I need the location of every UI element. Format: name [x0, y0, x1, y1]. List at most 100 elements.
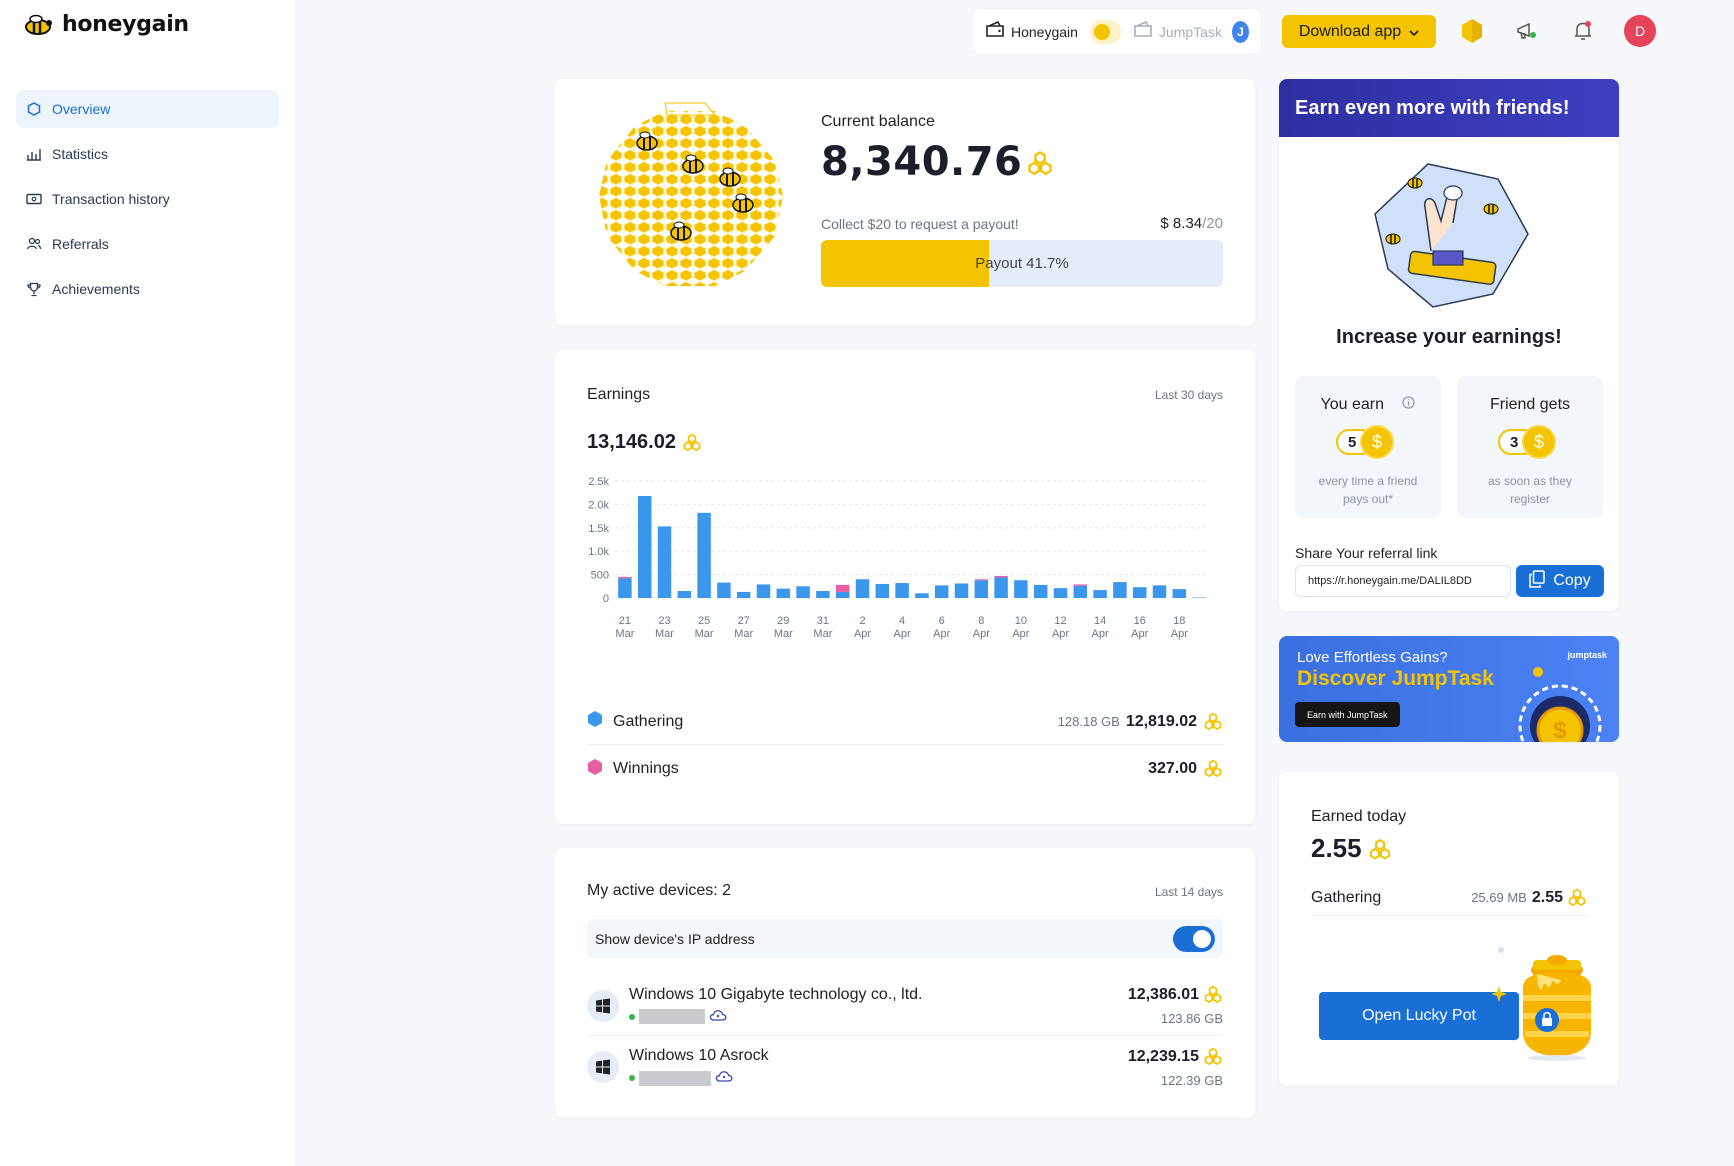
jumptask-badge: J: [1231, 20, 1249, 43]
bar-gathering[interactable]: [875, 583, 890, 598]
honeycoin-icon: [682, 431, 702, 454]
copy-icon: [1529, 569, 1546, 593]
honeycoin-icon: [1368, 833, 1392, 864]
referral-link-input[interactable]: [1295, 565, 1511, 597]
bar-gathering[interactable]: [776, 588, 791, 598]
avatar[interactable]: D: [1624, 15, 1656, 47]
bar-winnings[interactable]: [974, 579, 989, 581]
x-tick-day: 27: [738, 615, 750, 627]
sidebar-item-transaction-history[interactable]: Transaction history: [16, 180, 279, 218]
bar-winnings[interactable]: [994, 576, 1008, 578]
honeycoin-icon: [1203, 759, 1223, 779]
balance-value: 8,340.76: [821, 139, 1054, 185]
bee-icon: [1385, 233, 1401, 245]
payout-note: Collect $20 to request a payout!: [821, 216, 1019, 232]
bar-gathering[interactable]: [954, 583, 969, 598]
bar-gathering[interactable]: [756, 584, 771, 598]
bar-gathering[interactable]: [1053, 588, 1068, 598]
sidebar-item-overview[interactable]: Overview: [16, 90, 279, 128]
sidebar-nav: Overview Statistics Transaction history …: [16, 90, 279, 315]
show-ip-toggle[interactable]: [1173, 925, 1215, 952]
devices-period[interactable]: Last 14 days: [1155, 885, 1223, 899]
bar-gathering[interactable]: [1073, 585, 1088, 598]
device-info: Windows 10 Gigabyte technology co., ltd.: [629, 986, 1128, 1026]
show-ip-row: Show device's IP address: [587, 919, 1223, 958]
device-info: Windows 10 Asrock: [629, 1047, 1128, 1087]
bar-gathering[interactable]: [994, 577, 1008, 598]
friend-gets-pill: 3 $: [1498, 425, 1562, 459]
bar-gathering[interactable]: [1093, 590, 1107, 598]
earnings-period[interactable]: Last 30 days: [1155, 388, 1223, 402]
app-toggle[interactable]: [1089, 19, 1121, 44]
wallet-outline-icon: [1133, 20, 1153, 43]
x-tick-month: Mar: [774, 628, 793, 640]
bar-gathering[interactable]: [1172, 589, 1187, 598]
copy-label: Copy: [1553, 572, 1591, 589]
bar-gathering[interactable]: [895, 583, 909, 598]
earned-today-row-value: 2.55: [1531, 888, 1563, 906]
bar-gathering[interactable]: [974, 580, 989, 598]
earned-today-amount: 2.55: [1311, 833, 1362, 863]
logo[interactable]: honeygain: [24, 12, 189, 37]
bar-winnings[interactable]: [1073, 584, 1088, 586]
bar-gathering[interactable]: [1152, 585, 1167, 598]
earned-today-row-label: Gathering: [1311, 888, 1382, 906]
sidebar-item-achievements[interactable]: Achievements: [16, 270, 279, 308]
sidebar-item-referrals[interactable]: Referrals: [16, 225, 279, 263]
bar-gathering[interactable]: [915, 593, 929, 598]
you-earn-box: You earn 5 $ every time a friend pays ou…: [1295, 376, 1441, 518]
sidebar-item-statistics[interactable]: Statistics: [16, 135, 279, 173]
info-icon[interactable]: [1402, 396, 1416, 414]
x-tick-day: 8: [978, 615, 984, 627]
megaphone-icon[interactable]: [1512, 16, 1542, 46]
balance-label: Current balance: [821, 113, 935, 130]
x-tick-month: Apr: [933, 628, 950, 640]
bar-gathering[interactable]: [796, 586, 810, 598]
bar-gathering[interactable]: [835, 591, 850, 598]
device-ip: [629, 1069, 1128, 1087]
honey-jar-icon[interactable]: [1457, 16, 1487, 46]
bar-gathering[interactable]: [717, 582, 731, 598]
earnings-total: 13,146.02: [587, 431, 702, 454]
cloud-icon[interactable]: [709, 1008, 727, 1026]
bar-gathering[interactable]: [736, 591, 751, 598]
jumptask-switch-label[interactable]: JumpTask: [1159, 24, 1222, 40]
windows-icon: [587, 1051, 619, 1083]
wallet-icon: [985, 20, 1005, 43]
bar-winnings[interactable]: [835, 584, 850, 592]
bar-gathering[interactable]: [618, 578, 632, 598]
device-row[interactable]: Windows 10 Asrock 12,239.15 122.39 GB: [587, 1037, 1223, 1097]
online-status-dot: [629, 1013, 635, 1020]
bar-gathering[interactable]: [657, 526, 672, 598]
bar-gathering[interactable]: [1033, 584, 1048, 598]
bar-gathering[interactable]: [677, 590, 692, 598]
download-app-button[interactable]: Download app: [1282, 15, 1436, 48]
bar-gathering[interactable]: [934, 585, 949, 598]
bar-gathering[interactable]: [697, 512, 711, 598]
bar-winnings[interactable]: [618, 576, 632, 579]
bell-icon[interactable]: [1568, 16, 1598, 46]
copy-button[interactable]: Copy: [1516, 565, 1604, 597]
x-tick-month: Apr: [1092, 628, 1109, 640]
bar-gathering[interactable]: [1113, 582, 1127, 598]
jumptask-promo-banner[interactable]: Love Effortless Gains? Discover JumpTask…: [1279, 636, 1619, 742]
earned-today-value: 2.55: [1311, 833, 1392, 864]
hexagon-icon: [587, 710, 603, 733]
wallet-icon: [26, 191, 42, 207]
bar-gathering[interactable]: [855, 579, 870, 598]
bar-gathering[interactable]: [637, 495, 652, 598]
you-earn-label: You earn: [1295, 396, 1441, 414]
honeygain-switch-label[interactable]: Honeygain: [1011, 24, 1078, 40]
device-row[interactable]: Windows 10 Gigabyte technology co., ltd.…: [587, 976, 1223, 1036]
x-tick-day: 23: [658, 615, 670, 627]
device-value-text: 12,239.15: [1127, 1047, 1199, 1065]
device-value: 12,386.01: [1128, 985, 1223, 1005]
bar-gathering[interactable]: [816, 590, 830, 598]
referral-header: Earn even more with friends!: [1279, 79, 1619, 137]
cloud-icon[interactable]: [715, 1069, 733, 1087]
trophy-icon: [26, 281, 42, 297]
bar-gathering[interactable]: [1014, 580, 1028, 598]
x-tick-day: 16: [1134, 615, 1146, 627]
earn-with-jumptask-button[interactable]: Earn with JumpTask: [1295, 702, 1400, 727]
bar-gathering[interactable]: [1132, 587, 1147, 598]
